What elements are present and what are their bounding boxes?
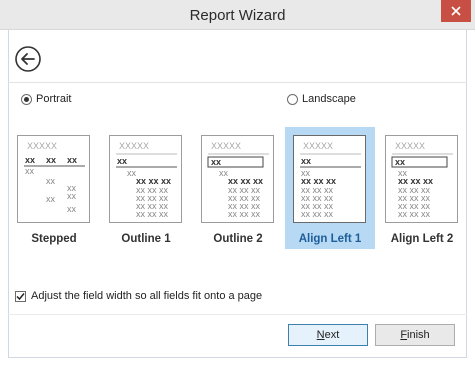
layout-label: Align Left 2: [390, 233, 454, 245]
preview-row-text: xx xx xx: [301, 209, 334, 219]
layout-align-left-2[interactable]: XXXXX xx xx xx xx xx xx xx xx xx xx xx x…: [377, 127, 467, 249]
layout-align-left-1[interactable]: XXXXX xx xx xx xx xx xx xx xx xx xx xx x…: [285, 127, 375, 249]
preview-group-text: xx: [117, 156, 127, 166]
preview-group-text: xx: [395, 157, 405, 167]
finish-label: inish: [407, 329, 430, 341]
preview-title-text: XXXXX: [303, 141, 333, 151]
layout-stepped[interactable]: XXXXX xx xx xx xx xx xx xx xx xx Stepped: [9, 127, 99, 249]
close-icon: [451, 6, 461, 16]
finish-button[interactable]: Finish: [375, 324, 455, 346]
back-button[interactable]: [14, 45, 42, 73]
layout-label: Align Left 1: [298, 233, 362, 245]
adjust-width-label: Adjust the field width so all fields fit…: [31, 290, 263, 302]
layout-preview-stepped: XXXXX xx xx xx xx xx xx xx xx xx: [17, 135, 90, 223]
next-button[interactable]: Next: [288, 324, 368, 346]
preview-header-text: xx: [46, 155, 56, 165]
preview-group-text: xx: [301, 156, 311, 166]
footer-separator: [8, 314, 467, 315]
preview-title-text: XXXXX: [211, 141, 241, 151]
checkbox-checked[interactable]: [15, 290, 26, 302]
window-title: Report Wizard: [189, 7, 286, 24]
layout-label: Outline 1: [121, 233, 171, 245]
layout-outline-1[interactable]: XXXXX xx xx xx xx xx xx xx xx xx xx xx x…: [101, 127, 191, 249]
checkmark-icon: [16, 292, 25, 300]
preview-group-text: xx: [211, 157, 221, 167]
preview-row-text: xx xx xx: [136, 209, 169, 219]
preview-row-text: xx xx xx: [228, 209, 261, 219]
layout-label: Stepped: [31, 233, 77, 245]
portrait-radio[interactable]: Portrait: [21, 93, 71, 105]
close-button[interactable]: [441, 0, 471, 22]
adjust-width-checkbox[interactable]: Adjust the field width so all fields fit…: [15, 290, 262, 302]
landscape-label: Landscape: [302, 93, 356, 105]
layout-preview-align-left-1: XXXXX xx xx xx xx xx xx xx xx xx xx xx x…: [293, 135, 366, 223]
layout-outline-2[interactable]: XXXXX xx xx xx xx xx xx xx xx xx xx xx x…: [193, 127, 283, 249]
layout-preview-outline-1: XXXXX xx xx xx xx xx xx xx xx xx xx xx x…: [109, 135, 182, 223]
back-arrow-icon: [15, 46, 41, 72]
preview-field-text: xx: [67, 191, 77, 201]
preview-field-text: xx: [25, 166, 35, 176]
portrait-label: Portrait: [36, 93, 72, 105]
radio-button-unchecked[interactable]: [287, 93, 298, 105]
preview-field-text: xx: [67, 204, 77, 214]
layout-label: Outline 2: [213, 233, 263, 245]
preview-header-text: xx: [67, 155, 77, 165]
header-separator: [8, 82, 467, 83]
next-label: ext: [324, 329, 340, 341]
layout-preview-align-left-2: XXXXX xx xx xx xx xx xx xx xx xx xx xx x…: [385, 135, 458, 223]
title-bar: Report Wizard: [0, 0, 475, 30]
preview-title-text: XXXXX: [27, 141, 57, 151]
preview-header-text: xx: [25, 155, 35, 165]
radio-button-checked[interactable]: [21, 93, 32, 105]
report-wizard-window: Report Wizard Portrait Landscape XXXXX x…: [0, 0, 475, 366]
landscape-radio[interactable]: Landscape: [287, 93, 356, 105]
preview-title-text: XXXXX: [395, 141, 425, 151]
layout-preview-outline-2: XXXXX xx xx xx xx xx xx xx xx xx xx xx x…: [201, 135, 274, 223]
preview-title-text: XXXXX: [119, 141, 149, 151]
preview-field-text: xx: [46, 176, 56, 186]
preview-row-text: xx xx xx: [398, 209, 431, 219]
next-mnemonic: N: [316, 329, 325, 341]
preview-field-text: xx: [46, 194, 56, 204]
